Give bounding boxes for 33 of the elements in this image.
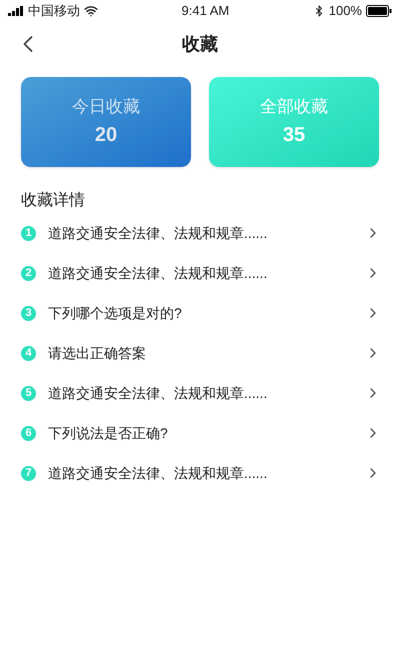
list-item[interactable]: 6 下列说法是否正确? [0, 413, 400, 453]
list-item[interactable]: 5 道路交通安全法律、法规和规章...... [0, 373, 400, 413]
list-item[interactable]: 7 道路交通安全法律、法规和规章...... [0, 453, 400, 493]
stat-label: 全部收藏 [260, 96, 328, 118]
wifi-icon [84, 4, 98, 18]
carrier-name: 中国移动 [28, 2, 80, 20]
status-time: 9:41 AM [182, 2, 230, 20]
number-badge: 2 [21, 266, 36, 280]
number-badge: 5 [21, 386, 36, 400]
number-badge: 7 [21, 466, 36, 480]
stat-value: 20 [94, 122, 118, 148]
battery-percent: 100% [328, 2, 362, 20]
list-item[interactable]: 3 下列哪个选项是对的? [0, 293, 400, 333]
number-badge: 4 [21, 346, 36, 360]
stat-value: 35 [282, 122, 306, 148]
item-text: 下列说法是否正确? [48, 424, 169, 442]
number-badge: 6 [21, 426, 36, 440]
section-title: 收藏详情 [21, 190, 86, 211]
item-text: 道路交通安全法律、法规和规章...... [48, 264, 268, 282]
battery-icon [366, 5, 392, 17]
item-text: 请选出正确答案 [48, 344, 147, 362]
item-text: 道路交通安全法律、法规和规章...... [48, 384, 268, 402]
item-text: 道路交通安全法律、法规和规章...... [48, 464, 268, 482]
list-item[interactable]: 1 道路交通安全法律、法规和规章...... [0, 213, 400, 253]
number-badge: 1 [21, 226, 36, 240]
list-item[interactable]: 2 道路交通安全法律、法规和规章...... [0, 253, 400, 293]
item-text: 道路交通安全法律、法规和规章...... [48, 224, 268, 242]
signal-icon [8, 6, 24, 16]
page-title: 收藏 [182, 32, 218, 56]
stat-label: 今日收藏 [72, 96, 140, 118]
list-item[interactable]: 4 请选出正确答案 [0, 333, 400, 373]
number-badge: 3 [21, 306, 36, 320]
item-text: 下列哪个选项是对的? [48, 304, 183, 322]
